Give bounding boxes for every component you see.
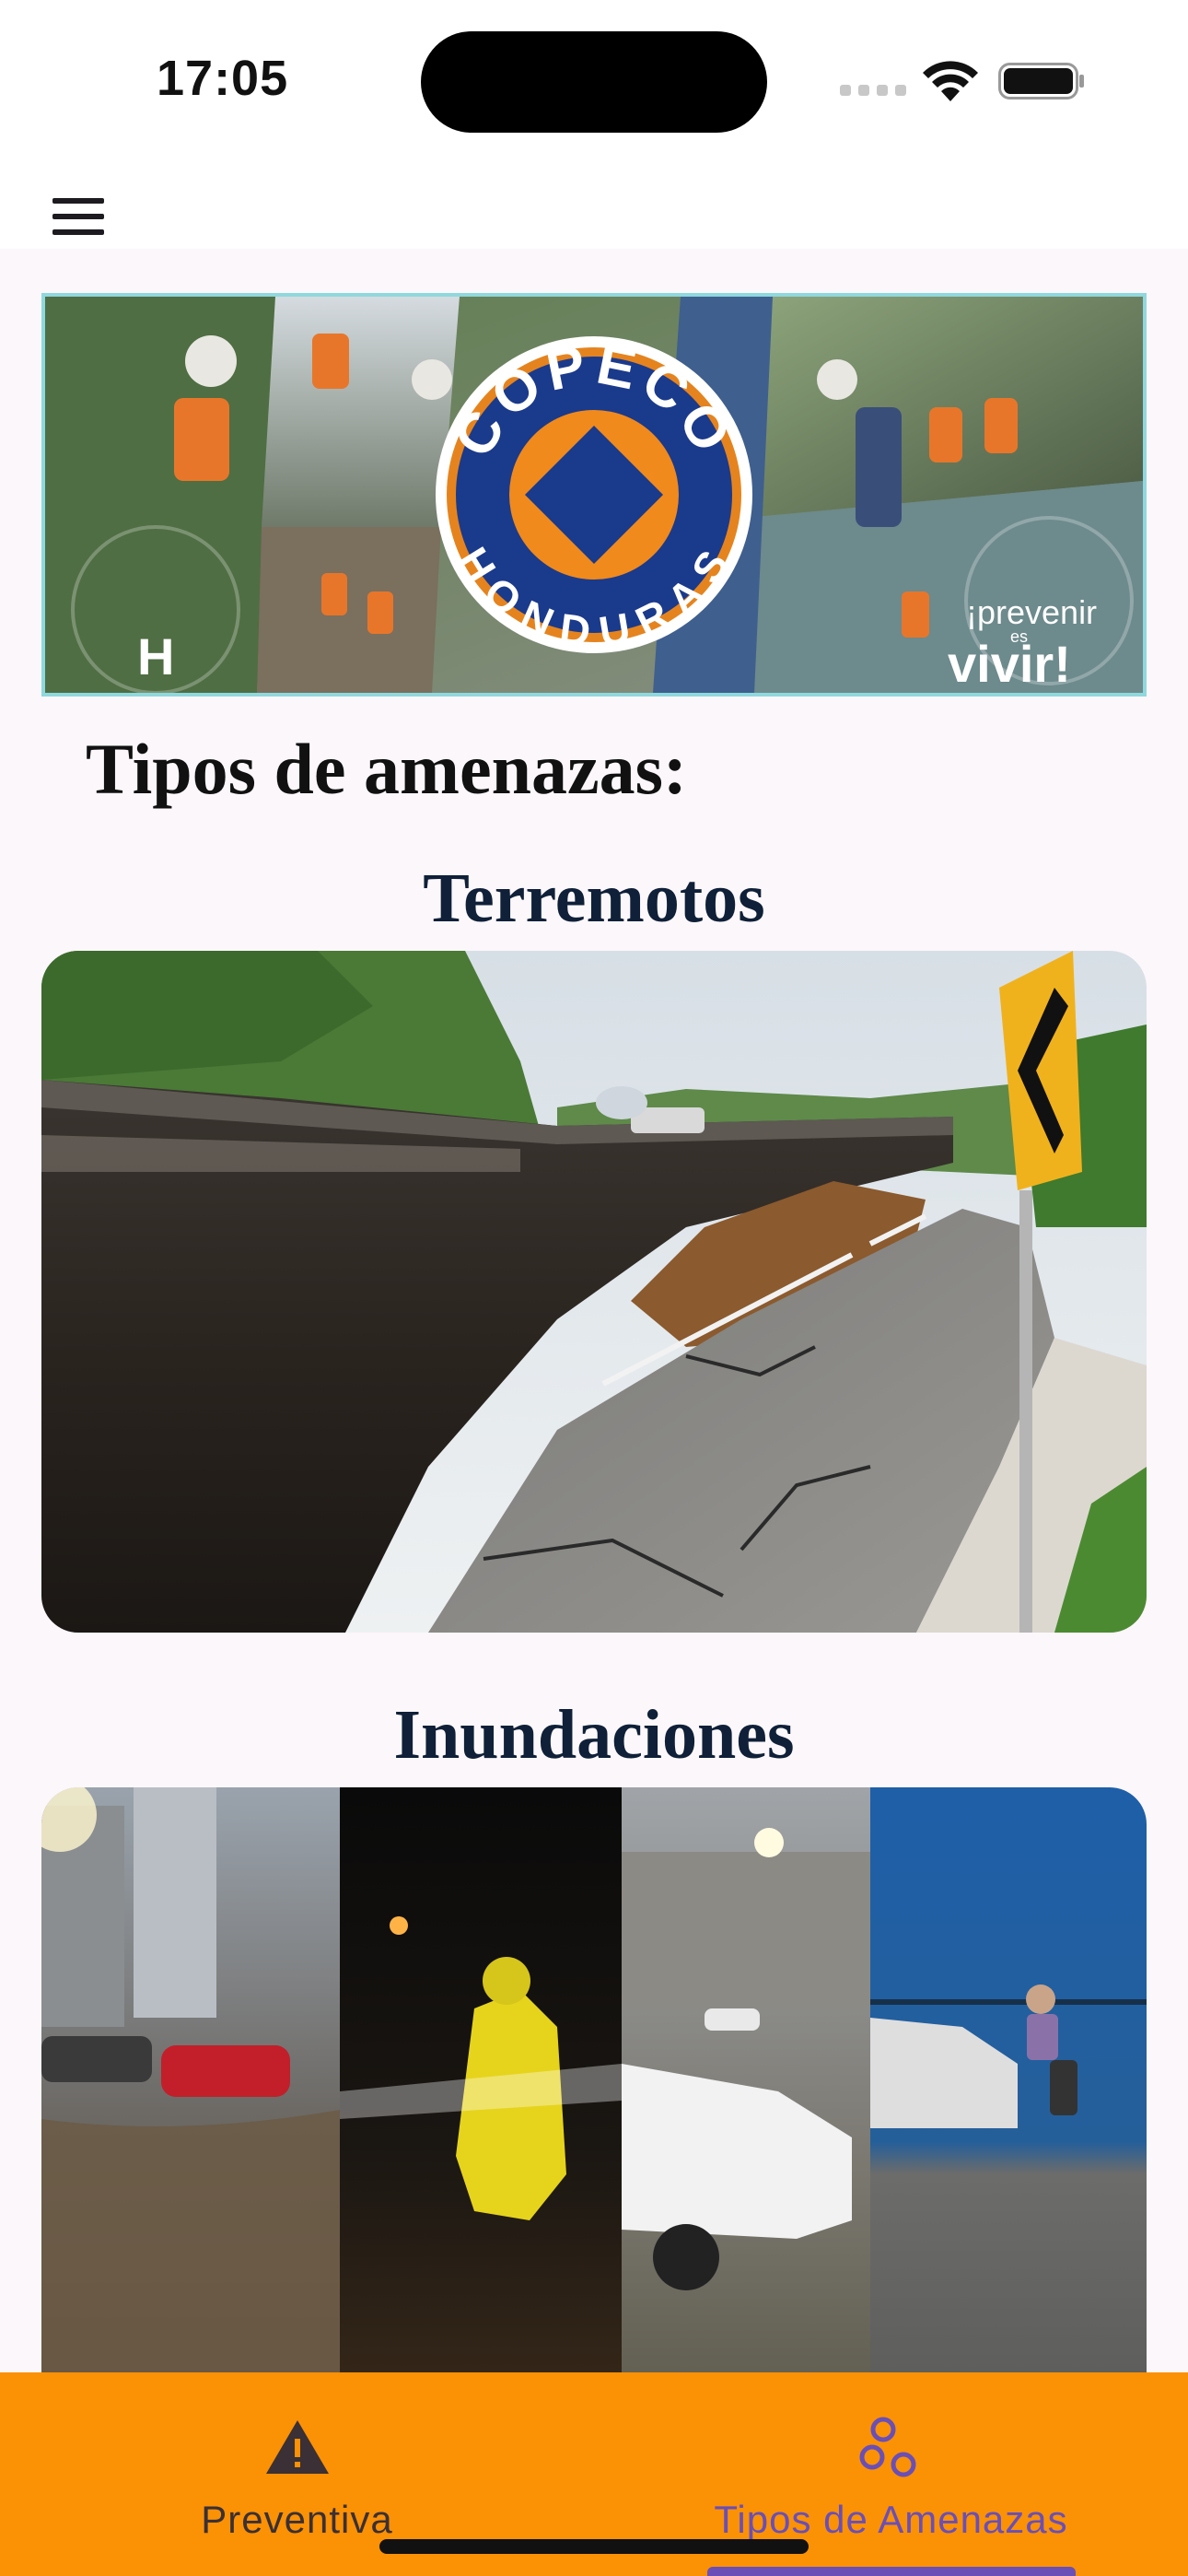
inundaciones-image[interactable] — [41, 1787, 1147, 2432]
screen: 17:05 H COPECO HONDURAS ¡prevenir es viv… — [0, 0, 1188, 2576]
nav-label-tipos-de-amenazas: Tipos de Amenazas — [714, 2498, 1068, 2541]
dynamic-island — [421, 31, 767, 133]
hazard-circles-icon — [859, 2417, 916, 2477]
card-title-inundaciones: Inundaciones — [393, 1696, 795, 1774]
selected-tab-indicator — [707, 2567, 1076, 2576]
home-indicator — [379, 2539, 809, 2554]
copeco-banner: H COPECO HONDURAS ¡prevenir es vivir! — [41, 293, 1147, 697]
hamburger-menu-icon[interactable] — [37, 180, 120, 253]
warning-triangle-icon — [266, 2420, 329, 2474]
app-bar — [0, 157, 1188, 249]
status-time: 17:05 — [157, 51, 289, 106]
terremotos-image[interactable] — [41, 951, 1147, 1633]
wifi-icon — [923, 61, 978, 101]
cellular-signal-icon — [840, 85, 906, 98]
card-title-terremotos: Terremotos — [423, 860, 765, 937]
battery-icon — [998, 63, 1084, 100]
section-title: Tipos de amenazas: — [86, 729, 687, 809]
nav-label-preventiva: Preventiva — [201, 2498, 393, 2541]
svg-text:¡prevenir: ¡prevenir — [966, 593, 1097, 631]
status-bar: 17:05 — [0, 0, 1188, 157]
svg-text:vivir!: vivir! — [948, 635, 1071, 693]
svg-text:H: H — [137, 627, 174, 685]
